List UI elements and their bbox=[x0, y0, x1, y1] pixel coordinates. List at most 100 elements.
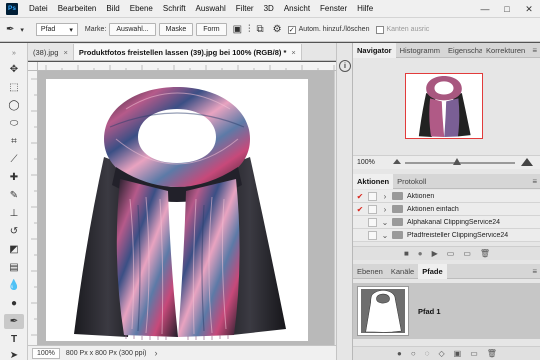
zoom-slider-handle[interactable] bbox=[453, 158, 461, 165]
folder-icon bbox=[392, 205, 403, 213]
chevron-down-icon[interactable]: ⌄ bbox=[380, 231, 390, 240]
new-action-icon[interactable]: ▭ bbox=[463, 249, 471, 258]
tab-actions[interactable]: Aktionen bbox=[353, 173, 394, 189]
marquee-tool-icon[interactable]: ⬚ bbox=[4, 80, 24, 95]
chevron-right-icon[interactable]: › bbox=[380, 192, 390, 201]
load-selection-icon[interactable]: ◌ bbox=[425, 349, 430, 358]
healing-brush-tool-icon[interactable]: ✚ bbox=[4, 170, 24, 185]
clone-stamp-tool-icon[interactable]: ⊥ bbox=[4, 206, 24, 221]
menu-auswahl[interactable]: Auswahl bbox=[191, 4, 231, 13]
shape-button[interactable]: Form bbox=[196, 23, 227, 36]
tab-paths[interactable]: Pfade bbox=[418, 263, 447, 279]
navigator-zoom-value[interactable]: 100% bbox=[357, 159, 375, 166]
panel-menu-icon[interactable]: ≡ bbox=[532, 46, 537, 55]
zoom-out-icon[interactable] bbox=[393, 159, 401, 164]
gear-icon[interactable]: ⚙ bbox=[273, 24, 282, 35]
tab-navigator[interactable]: Navigator bbox=[353, 42, 396, 58]
pen-tool-icon[interactable]: ✒ bbox=[4, 314, 24, 329]
tab-properties[interactable]: Eigenschaften bbox=[444, 43, 482, 58]
chevron-right-icon[interactable]: › bbox=[380, 205, 390, 214]
document-canvas[interactable] bbox=[38, 71, 344, 345]
checkmark-icon[interactable]: ✔ bbox=[355, 192, 365, 201]
lasso-tool-icon[interactable]: ◯ bbox=[4, 98, 24, 113]
eraser-tool-icon[interactable]: ◩ bbox=[4, 242, 24, 257]
align-edges-checkbox[interactable] bbox=[376, 25, 385, 34]
new-set-icon[interactable]: ▭ bbox=[447, 249, 455, 258]
stop-icon[interactable]: ■ bbox=[404, 249, 409, 258]
action-set-row[interactable]: ⌄ Alphakanal ClippingService24 bbox=[353, 216, 540, 229]
tab-history[interactable]: Protokoll bbox=[393, 174, 430, 189]
brush-tool-icon[interactable]: ✎ bbox=[4, 188, 24, 203]
tab-channels[interactable]: Kanäle bbox=[387, 264, 418, 279]
zoom-in-icon[interactable] bbox=[521, 158, 533, 166]
menu-ansicht[interactable]: Ansicht bbox=[279, 4, 315, 13]
panel-menu-icon[interactable]: ≡ bbox=[532, 267, 537, 276]
status-menu-arrow-icon[interactable]: › bbox=[154, 348, 157, 358]
eyedropper-tool-icon[interactable]: ⟋ bbox=[4, 152, 24, 167]
pen-tool-preset-icon[interactable]: ✒ bbox=[6, 24, 14, 35]
dialog-toggle[interactable] bbox=[368, 217, 377, 227]
dodge-tool-icon[interactable]: ● bbox=[4, 296, 24, 311]
menu-filter[interactable]: Filter bbox=[231, 4, 259, 13]
close-window-button[interactable]: ✕ bbox=[518, 0, 540, 18]
dialog-toggle[interactable] bbox=[368, 204, 377, 214]
info-icon[interactable]: i bbox=[339, 60, 351, 72]
checkmark-icon[interactable]: ✔ bbox=[355, 205, 365, 214]
history-brush-tool-icon[interactable]: ↺ bbox=[4, 224, 24, 239]
play-icon[interactable]: ▶ bbox=[432, 249, 438, 258]
close-icon[interactable]: × bbox=[291, 48, 295, 57]
quick-selection-tool-icon[interactable]: ⬭ bbox=[4, 116, 24, 131]
trash-icon[interactable]: 🗑 bbox=[480, 249, 490, 258]
selection-button[interactable]: Auswahl... bbox=[109, 23, 156, 36]
zoom-level-field[interactable]: 100% bbox=[32, 347, 60, 359]
trash-icon[interactable]: 🗑 bbox=[487, 349, 497, 358]
tab-document-39[interactable]: Produktfotos freistellen lassen (39).jpg… bbox=[73, 44, 302, 60]
tool-mode-select[interactable]: Pfad ▾ bbox=[35, 23, 78, 36]
add-mask-icon[interactable]: ▣ bbox=[454, 349, 462, 358]
panel-menu-icon[interactable]: ≡ bbox=[532, 177, 537, 186]
gradient-tool-icon[interactable]: ▤ bbox=[4, 260, 24, 275]
menu-ebene[interactable]: Ebene bbox=[125, 4, 158, 13]
menu-hilfe[interactable]: Hilfe bbox=[352, 4, 378, 13]
chevron-down-icon[interactable]: ▾ bbox=[20, 26, 24, 34]
path-operations-icon[interactable]: ▣ bbox=[233, 24, 242, 35]
action-set-row[interactable]: ✔ › Aktionen bbox=[353, 190, 540, 203]
menu-bearbeiten[interactable]: Bearbeiten bbox=[53, 4, 102, 13]
stroke-path-icon[interactable]: ○ bbox=[411, 349, 416, 358]
maximize-button[interactable]: □ bbox=[496, 0, 518, 18]
fill-path-icon[interactable]: ● bbox=[397, 349, 402, 358]
auto-add-delete-checkbox[interactable]: ✓ bbox=[287, 25, 296, 34]
action-set-row[interactable]: ⌄ Pfadfreisteller ClippingService24 bbox=[353, 229, 540, 242]
menu-bild[interactable]: Bild bbox=[101, 4, 124, 13]
menu-datei[interactable]: Datei bbox=[24, 4, 53, 13]
chevron-down-icon[interactable]: ⌄ bbox=[380, 218, 390, 227]
move-tool-icon[interactable]: ✥ bbox=[4, 62, 24, 77]
tab-layers[interactable]: Ebenen bbox=[353, 264, 387, 279]
minimize-button[interactable]: — bbox=[474, 0, 496, 18]
navigator-thumbnail[interactable] bbox=[405, 73, 483, 139]
path-alignment-icon[interactable]: ⫶ bbox=[248, 24, 251, 35]
action-set-row[interactable]: ✔ › Aktionen einfach bbox=[353, 203, 540, 216]
blur-tool-icon[interactable]: 💧 bbox=[4, 278, 24, 293]
image-artboard[interactable] bbox=[46, 79, 308, 341]
type-tool-icon[interactable]: T bbox=[4, 332, 24, 347]
mask-button[interactable]: Maske bbox=[158, 23, 194, 36]
close-icon[interactable]: × bbox=[63, 48, 67, 57]
dialog-toggle[interactable] bbox=[368, 230, 377, 240]
make-work-path-icon[interactable]: ◇ bbox=[439, 349, 445, 358]
menu-schrift[interactable]: Schrift bbox=[158, 4, 191, 13]
tab-histogram[interactable]: Histogramm bbox=[396, 43, 444, 58]
tab-adjustments[interactable]: Korrekturen bbox=[482, 43, 529, 58]
path-selection-tool-icon[interactable]: ➤ bbox=[4, 348, 24, 360]
path-list-item[interactable]: Pfad 1 bbox=[353, 283, 540, 339]
new-path-icon[interactable]: ▭ bbox=[470, 349, 478, 358]
crop-tool-icon[interactable]: ⌗ bbox=[4, 134, 24, 149]
paths-bottom-bar: ● ○ ◌ ◇ ▣ ▭ 🗑 bbox=[353, 346, 540, 360]
path-arrangement-icon[interactable]: ⧉ bbox=[257, 24, 264, 35]
menu-3d[interactable]: 3D bbox=[259, 4, 279, 13]
record-icon[interactable]: ● bbox=[418, 249, 423, 258]
menu-fenster[interactable]: Fenster bbox=[315, 4, 352, 13]
tab-document-38[interactable]: (38).jpg × bbox=[28, 44, 74, 60]
collapse-icon[interactable]: » bbox=[4, 46, 24, 61]
dialog-toggle[interactable] bbox=[368, 191, 377, 201]
